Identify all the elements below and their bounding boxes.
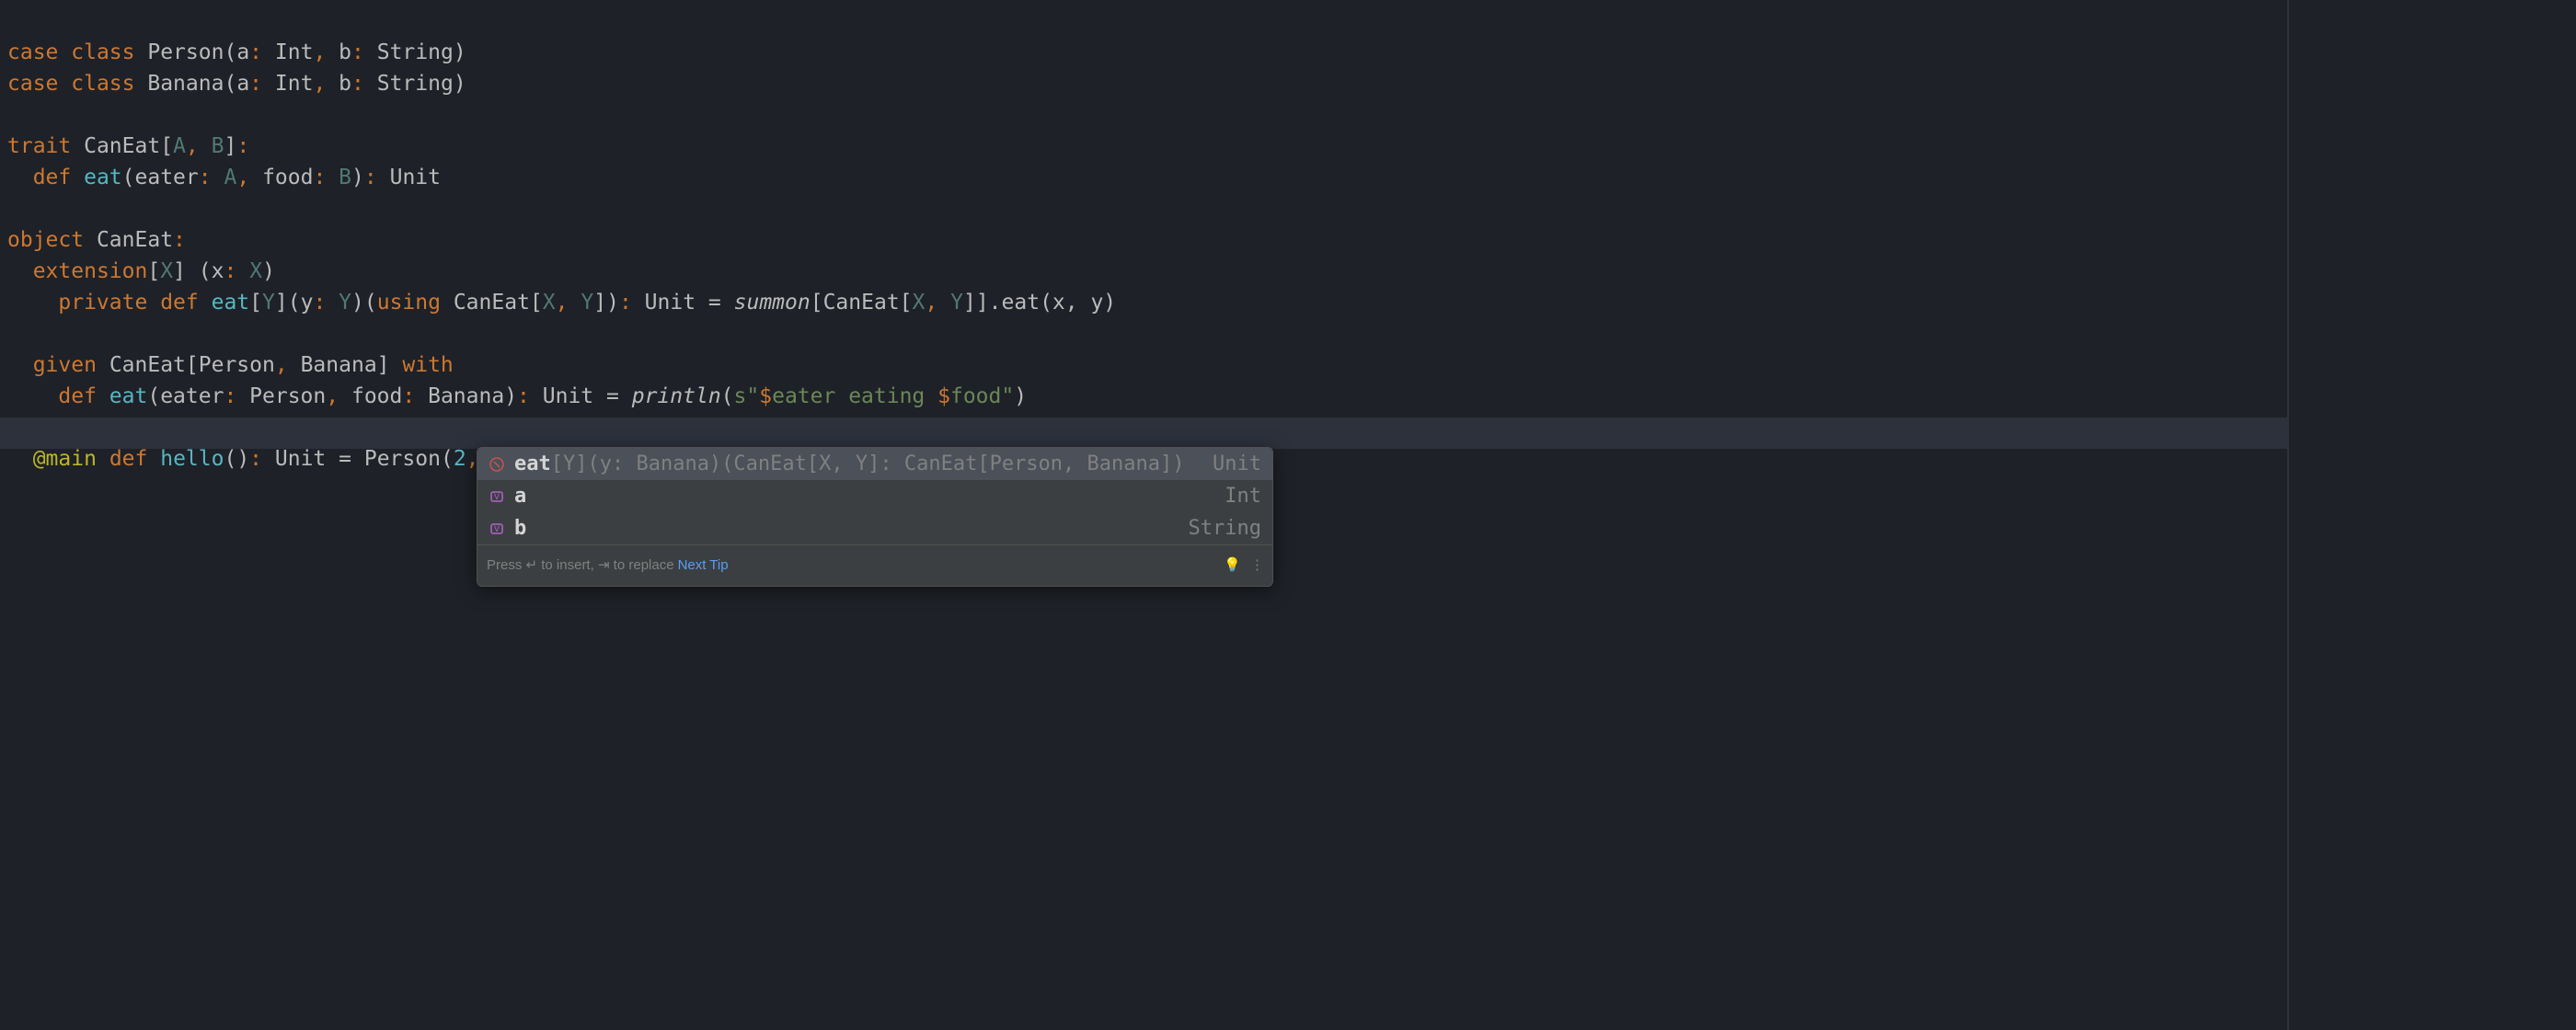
class-name: Person (147, 40, 224, 64)
keyword: case (7, 40, 58, 64)
function-error-icon (489, 456, 505, 473)
trait-name: CanEat (84, 134, 160, 158)
keyword: def (33, 166, 72, 189)
bulb-icon[interactable]: 💡 (1224, 550, 1241, 581)
keyword: trait (7, 134, 71, 158)
completion-item[interactable]: V a Int (477, 480, 1272, 512)
next-tip-link[interactable]: Next Tip (678, 550, 729, 581)
completion-footer: Press ↵ to insert, ⇥ to replace Next Tip… (477, 544, 1272, 586)
keyword: case (7, 72, 58, 96)
more-icon[interactable]: ⋮ (1250, 550, 1263, 581)
method-name: eat (212, 291, 250, 315)
param: b (339, 40, 351, 64)
class-name: Banana (147, 72, 224, 96)
keyword: class (71, 72, 134, 96)
param: a (236, 40, 249, 64)
type: String (377, 40, 454, 64)
completion-type: Unit (1202, 449, 1261, 480)
footer-hint: Press ↵ to insert, ⇥ to replace (487, 550, 674, 581)
svg-text:V: V (494, 492, 500, 501)
code-editor[interactable]: case class Person(a: Int, b: String) cas… (0, 0, 2576, 513)
object-name: CanEat (97, 228, 173, 252)
keyword: extension (33, 259, 148, 283)
completion-signature: [Y](y: Banana)(CanEat[X, Y]: CanEat[Pers… (551, 449, 1202, 480)
completion-type: String (1178, 513, 1261, 544)
summon-call: summon (734, 291, 811, 315)
completion-label: eat (514, 449, 551, 480)
paren: ( (224, 40, 236, 64)
field-icon: V (489, 488, 505, 505)
type-param: A (173, 134, 186, 158)
method-name: eat (84, 166, 122, 189)
completion-item[interactable]: eat[Y](y: Banana)(CanEat[X, Y]: CanEat[P… (477, 448, 1272, 480)
completion-item[interactable]: V b String (477, 512, 1272, 544)
svg-text:V: V (494, 524, 500, 533)
type-param: B (212, 134, 224, 158)
keyword: object (7, 228, 84, 252)
keyword: class (71, 40, 134, 64)
completion-popup[interactable]: eat[Y](y: Banana)(CanEat[X, Y]: CanEat[P… (477, 447, 1273, 587)
type: Int (275, 40, 314, 64)
main-method: hello (160, 447, 224, 471)
completion-label: a (514, 481, 526, 512)
annotation: @main (33, 447, 97, 471)
completion-type: Int (1213, 481, 1261, 512)
field-icon: V (489, 521, 505, 537)
completion-label: b (514, 513, 526, 544)
